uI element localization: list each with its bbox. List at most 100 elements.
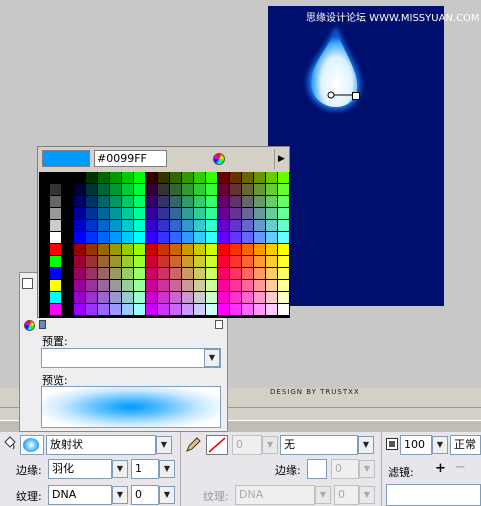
swatch-cell[interactable] bbox=[110, 268, 121, 279]
swatch-cell[interactable] bbox=[98, 256, 109, 267]
swatch-cell[interactable] bbox=[278, 268, 289, 279]
swatch-cell[interactable] bbox=[134, 232, 145, 243]
texture-chevron-down-icon[interactable]: ▼ bbox=[112, 486, 128, 504]
swatch-cell[interactable] bbox=[230, 196, 241, 207]
swatch-cell[interactable] bbox=[242, 304, 253, 315]
swatch-cell[interactable] bbox=[134, 280, 145, 291]
swatch-cell[interactable] bbox=[254, 268, 265, 279]
swatch-cell[interactable] bbox=[86, 220, 97, 231]
swatch-cell[interactable] bbox=[86, 172, 97, 183]
swatch-cell[interactable] bbox=[242, 280, 253, 291]
remove-filter-icon[interactable]: − bbox=[455, 460, 466, 475]
swatch-cell[interactable] bbox=[218, 184, 229, 195]
swatch-cell[interactable] bbox=[98, 232, 109, 243]
swatch-cell[interactable] bbox=[74, 304, 85, 315]
swatch-cell[interactable] bbox=[254, 232, 265, 243]
swatch-cell[interactable] bbox=[98, 304, 109, 315]
swatch-cell[interactable] bbox=[254, 304, 265, 315]
swatch-cell[interactable] bbox=[134, 208, 145, 219]
swatch-cell[interactable] bbox=[206, 232, 217, 243]
swatch-cell[interactable] bbox=[218, 232, 229, 243]
swatch-cell[interactable] bbox=[254, 292, 265, 303]
swatch-cell[interactable] bbox=[86, 292, 97, 303]
swatch-cell[interactable] bbox=[134, 244, 145, 255]
swatch-cell[interactable] bbox=[182, 292, 193, 303]
swatch-cell[interactable] bbox=[206, 256, 217, 267]
swatch-cell[interactable] bbox=[182, 184, 193, 195]
swatch-cell[interactable] bbox=[74, 208, 85, 219]
swatch-cell[interactable] bbox=[206, 280, 217, 291]
swatch-cell[interactable] bbox=[50, 208, 61, 219]
texture2-select[interactable]: DNA bbox=[235, 485, 315, 505]
swatch-cell[interactable] bbox=[254, 196, 265, 207]
swatch-cell[interactable] bbox=[218, 208, 229, 219]
swatch-cell[interactable] bbox=[254, 184, 265, 195]
pencil-icon[interactable] bbox=[185, 437, 201, 453]
swatch-cell[interactable] bbox=[170, 256, 181, 267]
swatch-cell[interactable] bbox=[194, 244, 205, 255]
swatch-cell[interactable] bbox=[218, 268, 229, 279]
swatch-cell[interactable] bbox=[50, 280, 61, 291]
swatch-cell[interactable] bbox=[110, 232, 121, 243]
swatch-cell[interactable] bbox=[230, 244, 241, 255]
filter-list[interactable] bbox=[386, 484, 481, 506]
swatch-cell[interactable] bbox=[170, 184, 181, 195]
swatch-cell[interactable] bbox=[146, 244, 157, 255]
swatch-cell[interactable] bbox=[242, 196, 253, 207]
swatch-cell[interactable] bbox=[278, 208, 289, 219]
swatch-cell[interactable] bbox=[50, 232, 61, 243]
blend-mode-select[interactable]: 正常 bbox=[450, 435, 481, 455]
swatch-cell[interactable] bbox=[194, 268, 205, 279]
swatch-cell[interactable] bbox=[218, 280, 229, 291]
swatch-cell[interactable] bbox=[158, 232, 169, 243]
swatch-cell[interactable] bbox=[146, 208, 157, 219]
swatch-cell[interactable] bbox=[278, 232, 289, 243]
swatch-cell[interactable] bbox=[122, 220, 133, 231]
swatch-cell[interactable] bbox=[182, 256, 193, 267]
swatch-cell[interactable] bbox=[218, 244, 229, 255]
swatch-cell[interactable] bbox=[86, 304, 97, 315]
swatch-cell[interactable] bbox=[122, 304, 133, 315]
stroke-style-select[interactable]: 无 bbox=[280, 435, 358, 455]
swatch-cell[interactable] bbox=[254, 208, 265, 219]
swatch-cell[interactable] bbox=[98, 208, 109, 219]
swatch-cell[interactable] bbox=[254, 220, 265, 231]
swatch-cell[interactable] bbox=[74, 268, 85, 279]
swatch-cell[interactable] bbox=[122, 232, 133, 243]
texture2-amount-input[interactable]: 0 bbox=[334, 485, 359, 505]
swatch-cell[interactable] bbox=[242, 220, 253, 231]
swatch-cell[interactable] bbox=[194, 172, 205, 183]
swatch-cell[interactable] bbox=[98, 184, 109, 195]
swatch-cell[interactable] bbox=[170, 232, 181, 243]
swatch-cell[interactable] bbox=[266, 256, 277, 267]
swatch-cell[interactable] bbox=[122, 172, 133, 183]
swatch-cell[interactable] bbox=[266, 304, 277, 315]
swatch-cell[interactable] bbox=[74, 280, 85, 291]
swatch-cell[interactable] bbox=[110, 256, 121, 267]
swatch-cell[interactable] bbox=[254, 256, 265, 267]
panel-resize-icon[interactable] bbox=[22, 278, 33, 289]
swatch-cell[interactable] bbox=[134, 184, 145, 195]
swatch-cell[interactable] bbox=[242, 184, 253, 195]
swatch-cell[interactable] bbox=[266, 244, 277, 255]
lock-icon[interactable] bbox=[39, 320, 46, 329]
swatch-cell[interactable] bbox=[74, 292, 85, 303]
swatch-cell[interactable] bbox=[86, 184, 97, 195]
swatch-cell[interactable] bbox=[170, 196, 181, 207]
swatch-cell[interactable] bbox=[146, 256, 157, 267]
swatch-cell[interactable] bbox=[86, 256, 97, 267]
texture2-chevron-down-icon[interactable]: ▼ bbox=[315, 486, 331, 504]
swatch-cell[interactable] bbox=[170, 304, 181, 315]
swatch-cell[interactable] bbox=[86, 280, 97, 291]
swatch-cell[interactable] bbox=[182, 268, 193, 279]
swatch-cell[interactable] bbox=[194, 220, 205, 231]
swatch-cell[interactable] bbox=[206, 196, 217, 207]
swatch-cell[interactable] bbox=[50, 220, 61, 231]
swatch-cell[interactable] bbox=[230, 220, 241, 231]
swatch-cell[interactable] bbox=[122, 244, 133, 255]
edge-select[interactable]: 羽化 bbox=[48, 459, 112, 479]
swatch-cell[interactable] bbox=[230, 232, 241, 243]
swatch-cell[interactable] bbox=[218, 196, 229, 207]
swatch-cell[interactable] bbox=[50, 184, 61, 195]
swatch-cell[interactable] bbox=[254, 280, 265, 291]
